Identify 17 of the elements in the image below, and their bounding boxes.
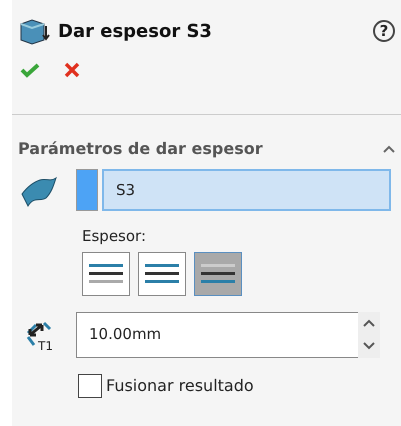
merge-label: Fusionar resultado <box>106 374 254 396</box>
selection-field[interactable]: S3 <box>102 169 391 211</box>
thickness-label: Espesor: <box>82 226 146 247</box>
section-title: Parámetros de dar espesor <box>18 138 263 160</box>
merge-checkbox[interactable] <box>78 374 102 398</box>
caret-icon[interactable] <box>383 145 395 153</box>
window-title: Dar espesor S3 <box>58 20 212 44</box>
thickness-option-button[interactable] <box>138 252 186 296</box>
thickness-option-button[interactable] <box>82 252 130 296</box>
thickness-option-button[interactable] <box>194 252 242 296</box>
increment-icon[interactable] <box>363 319 375 327</box>
cancel-icon[interactable] <box>64 62 80 78</box>
selection-marker <box>76 169 98 211</box>
distance-field[interactable]: 10.00mm <box>76 312 358 358</box>
ok-icon[interactable] <box>20 62 40 78</box>
decrement-icon[interactable] <box>363 342 375 350</box>
help-button[interactable]: ? <box>373 20 395 42</box>
